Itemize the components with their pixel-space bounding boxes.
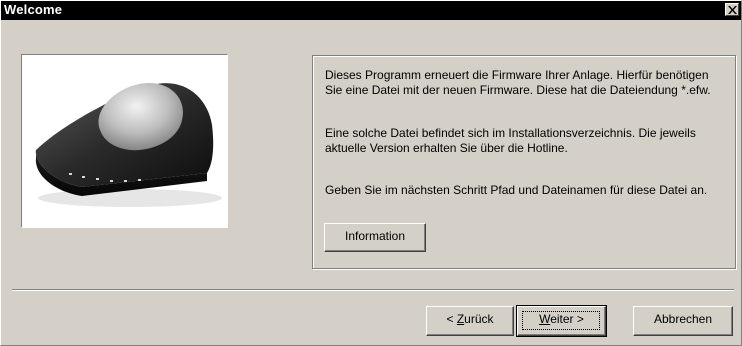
close-button[interactable] — [725, 3, 739, 16]
window-title: Welcome — [4, 2, 63, 17]
device-image — [21, 54, 228, 228]
information-button[interactable]: Information — [324, 223, 426, 252]
next-button-label: Weiter > — [539, 312, 584, 326]
title-bar[interactable]: Welcome — [1, 1, 741, 20]
router-device-image — [35, 82, 222, 207]
next-button[interactable]: Weiter > — [516, 305, 607, 337]
separator-line — [12, 289, 734, 291]
description-paragraph-2: Eine solche Datei befindet sich im Insta… — [325, 126, 696, 155]
back-button-label: < Zurück — [446, 312, 494, 326]
description-paragraph-1: Dieses Programm erneuert die Firmware Ih… — [325, 68, 711, 97]
back-button[interactable]: < Zurück — [426, 306, 514, 336]
cancel-button[interactable]: Abbrechen — [633, 306, 733, 336]
description-paragraph-3: Geben Sie im nächsten Schritt Pfad und D… — [325, 183, 708, 197]
welcome-dialog: Welcome Dieses Programm erneuert die Fir… — [0, 0, 742, 346]
description-group: Dieses Programm erneuert die Firmware Ih… — [312, 55, 736, 269]
cancel-button-label: Abbrechen — [653, 312, 713, 326]
information-button-label: Information — [344, 229, 406, 243]
close-icon — [728, 6, 737, 14]
